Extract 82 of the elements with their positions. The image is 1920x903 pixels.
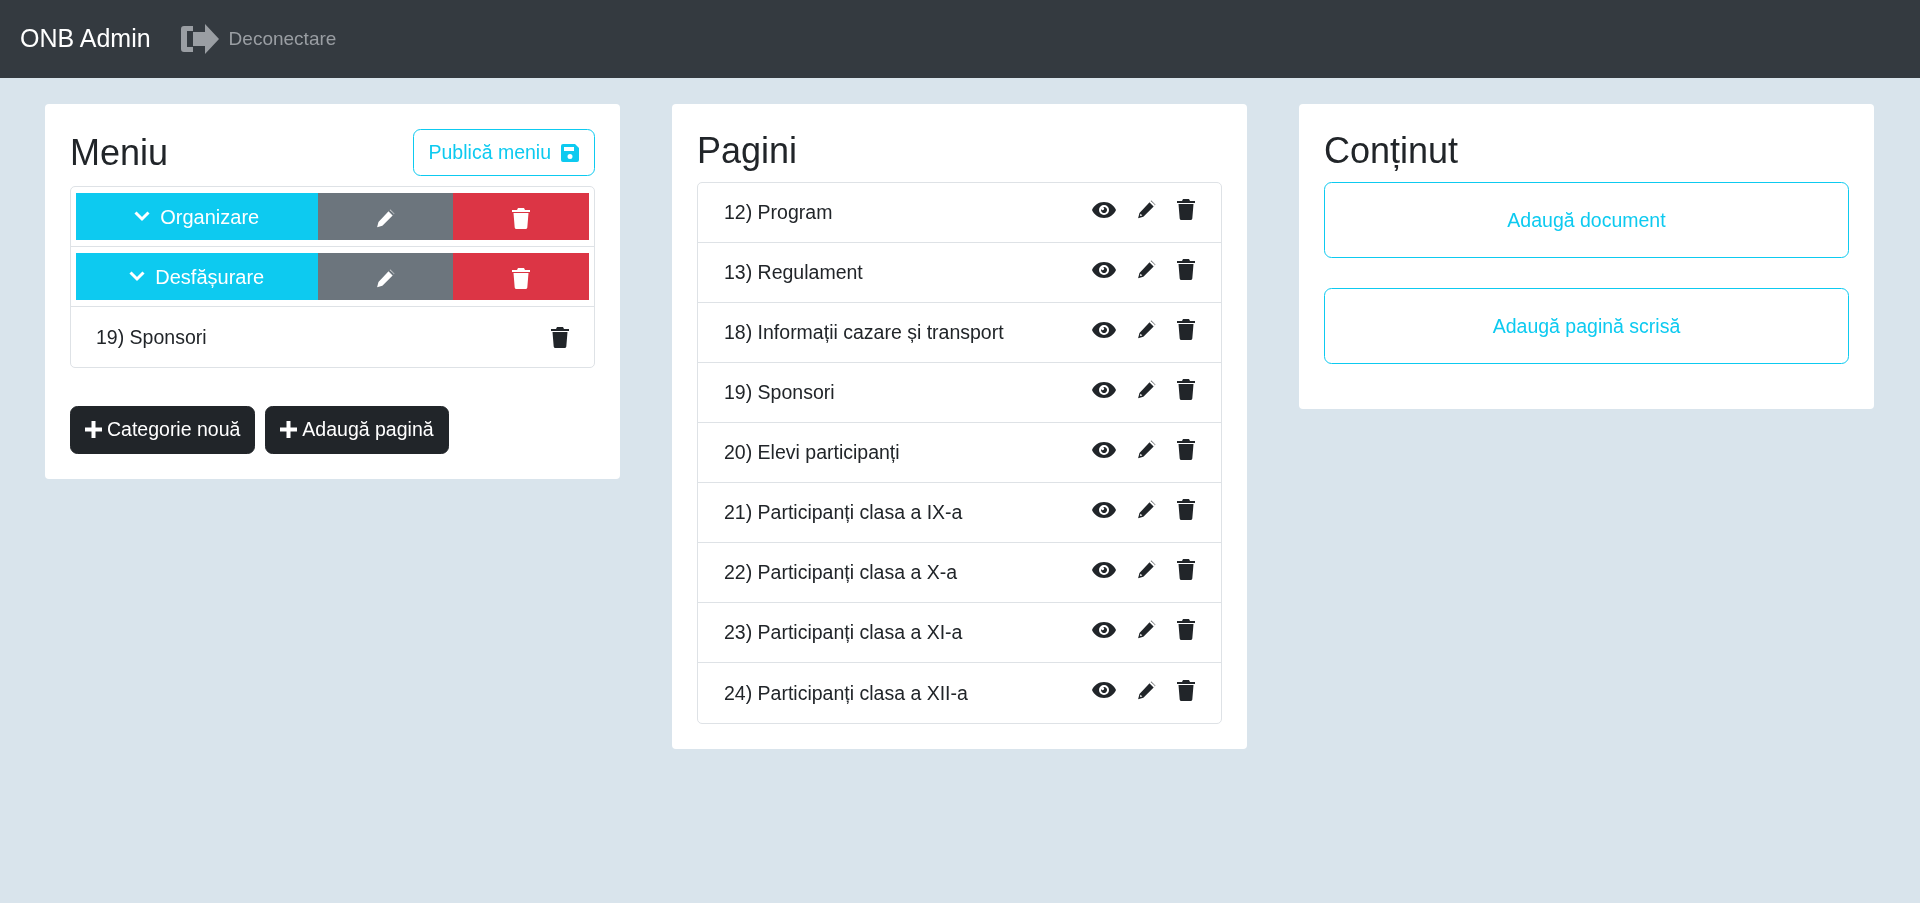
edit-button[interactable] xyxy=(1136,319,1157,341)
edit-button[interactable] xyxy=(1136,259,1157,281)
plus-icon xyxy=(280,421,298,439)
trash-icon xyxy=(1177,559,1195,581)
view-button[interactable] xyxy=(1092,261,1116,278)
delete-button[interactable] xyxy=(1177,379,1195,401)
card-title: Pagini xyxy=(697,129,799,173)
add-content-button[interactable]: Adaugă document xyxy=(1324,182,1849,259)
page-label: 23) Participanți clasa a XI-a xyxy=(724,620,963,646)
add-button[interactable]: Categorie nouă xyxy=(70,406,256,454)
category-button[interactable]: Desfășurare xyxy=(76,253,318,301)
view-button[interactable] xyxy=(1092,381,1116,398)
delete-button[interactable] xyxy=(1177,619,1195,641)
eye-icon xyxy=(1092,381,1116,398)
pencil-icon xyxy=(1136,259,1157,281)
logout-icon xyxy=(180,24,219,54)
pencil-icon xyxy=(1136,379,1157,401)
edit-button[interactable] xyxy=(1136,199,1157,221)
page-label: 21) Participanți clasa a IX-a xyxy=(724,500,963,526)
edit-button[interactable] xyxy=(1136,559,1157,581)
eye-icon xyxy=(1092,321,1116,338)
edit-button[interactable] xyxy=(1136,379,1157,401)
category-button[interactable]: Organizare xyxy=(76,193,318,241)
menu-page-label: 19) Sponsori xyxy=(96,324,207,350)
trash-icon xyxy=(1177,439,1195,461)
save-icon xyxy=(561,143,579,162)
trash-icon xyxy=(512,267,531,289)
trash-icon xyxy=(1177,679,1195,701)
trash-icon xyxy=(551,326,569,348)
delete-button[interactable] xyxy=(1177,319,1195,341)
edit-button[interactable] xyxy=(1136,499,1157,521)
eye-icon xyxy=(1092,441,1116,458)
trash-icon xyxy=(512,207,531,229)
pencil-icon xyxy=(1136,319,1157,341)
view-button[interactable] xyxy=(1092,682,1116,699)
eye-icon xyxy=(1092,621,1116,638)
page-label: 13) Regulament xyxy=(724,260,863,286)
eye-icon xyxy=(1092,501,1116,518)
trash-icon xyxy=(1177,199,1195,221)
page-label: 18) Informații cazare și transport xyxy=(724,320,1004,346)
pencil-icon xyxy=(1136,499,1157,521)
pencil-icon xyxy=(1136,199,1157,221)
logout-link[interactable]: Deconectare xyxy=(180,24,337,54)
plus-icon xyxy=(85,421,102,439)
pencil-icon xyxy=(1136,559,1157,581)
delete-button[interactable] xyxy=(1177,259,1195,281)
eye-icon xyxy=(1092,682,1116,699)
trash-icon xyxy=(1177,259,1195,281)
view-button[interactable] xyxy=(1092,621,1116,638)
view-button[interactable] xyxy=(1092,321,1116,338)
page-label: 19) Sponsori xyxy=(724,380,835,406)
eye-icon xyxy=(1092,201,1116,218)
view-button[interactable] xyxy=(1092,501,1116,518)
delete-button[interactable] xyxy=(1177,559,1195,581)
eye-icon xyxy=(1092,261,1116,278)
app-brand[interactable]: ONB Admin xyxy=(20,20,151,58)
page-label: 12) Program xyxy=(724,200,833,226)
add-button[interactable]: Adaugă pagină xyxy=(265,406,449,454)
delete-button[interactable] xyxy=(1177,679,1195,701)
delete-button[interactable] xyxy=(551,326,569,348)
eye-icon xyxy=(1092,561,1116,578)
view-button[interactable] xyxy=(1092,561,1116,578)
view-button[interactable] xyxy=(1092,441,1116,458)
edit-button[interactable] xyxy=(1136,619,1157,641)
pencil-icon xyxy=(1136,439,1157,461)
card-title: Meniu xyxy=(70,131,169,175)
trash-icon xyxy=(1177,499,1195,521)
add-content-button[interactable]: Adaugă pagină scrisă xyxy=(1324,288,1849,365)
view-button[interactable] xyxy=(1092,201,1116,218)
delete-button[interactable] xyxy=(1177,439,1195,461)
page-label: 20) Elevi participanți xyxy=(724,440,900,466)
delete-button[interactable] xyxy=(1177,199,1195,221)
publish-button[interactable]: Publică meniu xyxy=(412,129,595,177)
trash-icon xyxy=(1177,379,1195,401)
page-label: 24) Participanți clasa a XII-a xyxy=(724,680,968,706)
page-label: 22) Participanți clasa a X-a xyxy=(724,560,958,586)
pencil-icon xyxy=(1136,619,1157,641)
card-title: Conținut xyxy=(1324,129,1460,173)
trash-icon xyxy=(1177,619,1195,641)
edit-button[interactable] xyxy=(1136,439,1157,461)
trash-icon xyxy=(1177,319,1195,341)
delete-button[interactable] xyxy=(1177,499,1195,521)
